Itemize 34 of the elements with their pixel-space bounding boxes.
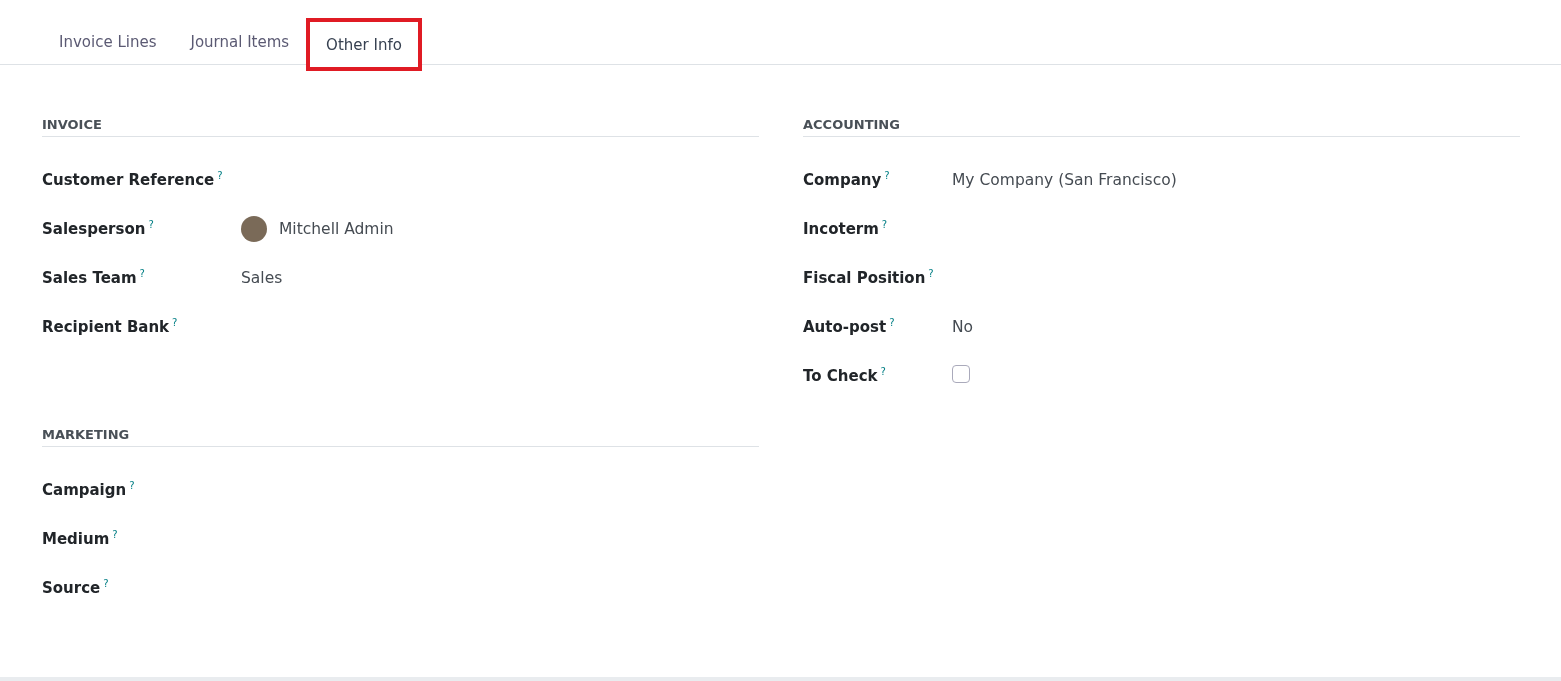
field-label: Sales Team $^{?}$ <box>42 268 145 287</box>
section-title: MARKETING <box>42 427 759 447</box>
help-mark[interactable]: ? <box>172 317 178 328</box>
field-value: No <box>952 317 975 336</box>
field-label: Campaign $^{?}$ <box>42 480 135 499</box>
field-label: Incoterm $^{?}$ <box>803 219 888 238</box>
checkbox[interactable] <box>952 364 970 383</box>
field-label: Company $^{?}$ <box>803 170 890 189</box>
field-label: Source $^{?}$ <box>42 578 109 597</box>
field-value: Mitchell Admin <box>279 219 394 238</box>
help-mark[interactable]: ? <box>129 480 135 491</box>
help-mark[interactable]: ? <box>928 268 934 279</box>
help-mark[interactable]: ? <box>103 578 109 589</box>
field-value: Sales <box>241 268 284 287</box>
field-label: Medium $^{?}$ <box>42 529 118 548</box>
help-mark[interactable]: ? <box>148 219 154 230</box>
section-title: ACCOUNTING <box>803 117 1520 137</box>
section-title: INVOICE <box>42 117 759 137</box>
help-mark[interactable]: ? <box>139 268 145 279</box>
field-label: Fiscal Position $^{?}$ <box>803 268 934 287</box>
field-label: Salesperson $^{?}$ <box>42 219 154 238</box>
help-mark[interactable]: ? <box>217 170 223 181</box>
field-label: Auto-post $^{?}$ <box>803 317 895 336</box>
tab[interactable]: Other Info <box>306 18 422 71</box>
field-label: Recipient Bank $^{?}$ <box>42 317 178 336</box>
avatar-icon <box>241 215 267 242</box>
help-mark[interactable]: ? <box>880 366 886 377</box>
help-mark[interactable]: ? <box>881 219 888 230</box>
field-label: Customer Reference $^{?}$ <box>42 170 223 189</box>
help-mark[interactable]: ? <box>884 170 890 181</box>
help-mark[interactable]: ? <box>889 317 895 328</box>
field-label: To Check $^{?}$ <box>803 366 886 385</box>
help-mark[interactable]: ? <box>112 529 118 540</box>
field-value: My Company (San Francisco) <box>952 170 1178 189</box>
